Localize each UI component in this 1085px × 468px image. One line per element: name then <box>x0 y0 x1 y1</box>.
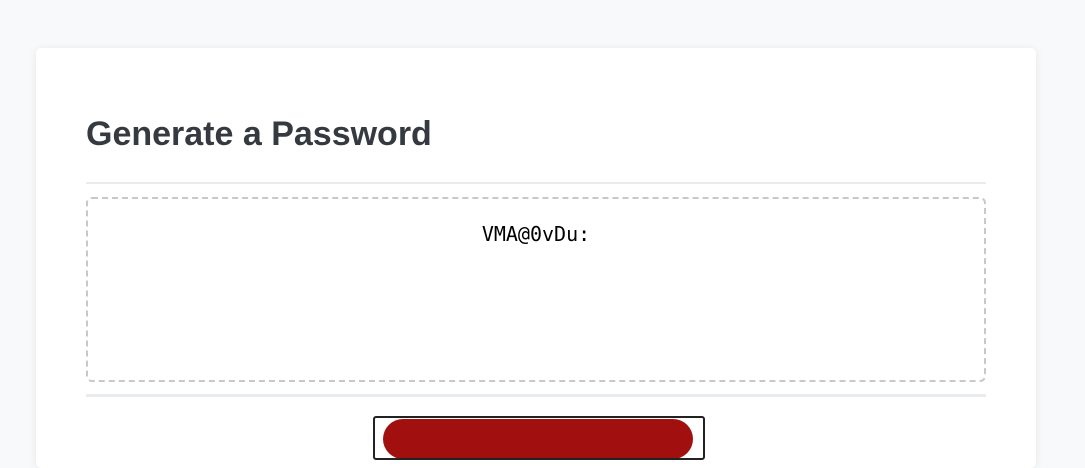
page-title: Generate a Password <box>86 115 432 153</box>
generate-button-frame <box>373 416 705 460</box>
password-output[interactable]: VMA@0vDu: <box>86 197 986 382</box>
generate-password-button[interactable] <box>383 419 693 458</box>
password-card: Generate a Password VMA@0vDu: <box>36 48 1036 468</box>
footer-divider <box>86 394 986 397</box>
card-header: Generate a Password <box>86 48 986 184</box>
password-text: VMA@0vDu: <box>481 222 591 246</box>
